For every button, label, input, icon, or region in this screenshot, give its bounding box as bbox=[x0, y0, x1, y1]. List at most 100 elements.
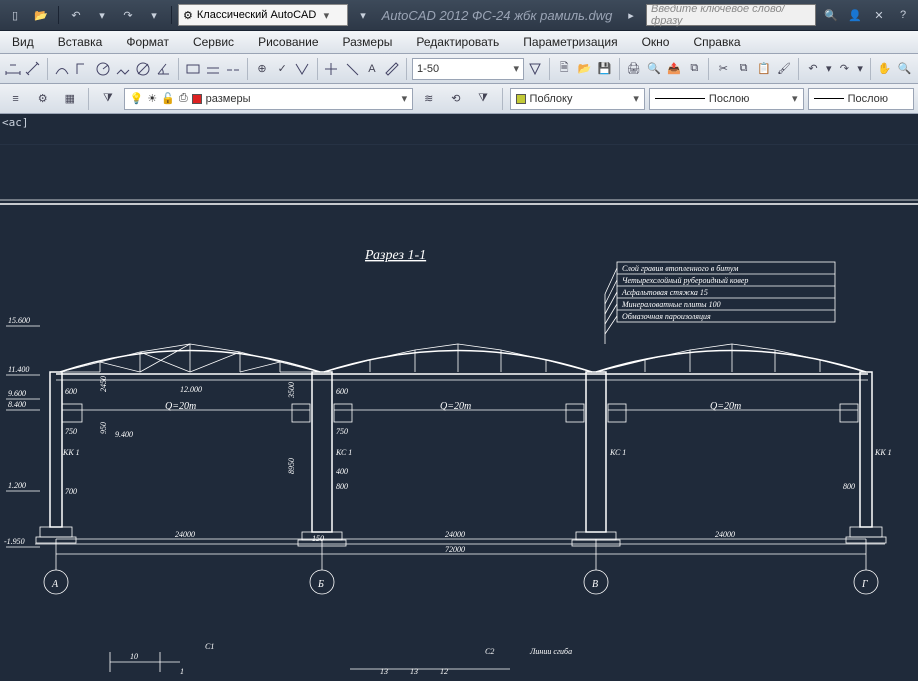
truss-1 bbox=[60, 344, 320, 372]
color-swatch bbox=[516, 94, 526, 104]
preview-icon[interactable]: 🔍 bbox=[645, 57, 663, 81]
svg-text:11.400: 11.400 bbox=[8, 365, 29, 374]
dim-inspect-icon[interactable] bbox=[343, 57, 361, 81]
layer-match-icon[interactable]: ⧩ bbox=[471, 87, 494, 111]
dim-jogged-icon[interactable] bbox=[114, 57, 132, 81]
svg-text:2450: 2450 bbox=[99, 376, 108, 392]
layer-manage-icon[interactable]: ⚙ bbox=[31, 87, 54, 111]
dim-diameter-icon[interactable] bbox=[134, 57, 152, 81]
svg-text:Б: Б bbox=[317, 579, 324, 590]
chevron-down-icon: ▾ bbox=[320, 9, 332, 22]
toolbar-properties: ≡ ⚙ ▦ ⧩ 💡 ☀ 🔓 ⎙ размеры ▾ ≋ ⟲ ⧩ Поблоку … bbox=[0, 84, 918, 114]
svg-text:600: 600 bbox=[336, 387, 348, 396]
dim-radius-icon[interactable] bbox=[94, 57, 112, 81]
btn-redo[interactable]: ↷ bbox=[117, 4, 139, 26]
svg-text:В: В bbox=[592, 579, 598, 590]
svg-text:13: 13 bbox=[380, 667, 388, 676]
dim-break-icon[interactable]: ✓ bbox=[273, 57, 291, 81]
btn-help-toggle[interactable]: ▸ bbox=[620, 4, 642, 26]
svg-text:9.600: 9.600 bbox=[8, 389, 26, 398]
layer-filter-icon[interactable]: ⧩ bbox=[96, 87, 119, 111]
redo-drop-icon[interactable]: ▾ bbox=[856, 57, 865, 81]
color-combo[interactable]: Поблоку ▾ bbox=[510, 88, 645, 110]
menu-view[interactable]: Вид bbox=[0, 31, 46, 53]
layer-state-icon[interactable]: ≡ bbox=[4, 87, 27, 111]
menu-dimension[interactable]: Размеры bbox=[331, 31, 405, 53]
menu-help[interactable]: Справка bbox=[681, 31, 752, 53]
dim-edit-icon[interactable] bbox=[383, 57, 401, 81]
undo-icon[interactable]: ↶ bbox=[804, 57, 822, 81]
redo-icon[interactable]: ↷ bbox=[835, 57, 853, 81]
elevations: 15.600 11.400 9.600 8.400 1.200 -1.950 bbox=[4, 316, 40, 547]
model-viewport[interactable]: Разрез 1-1 Слой гравия втопленного в бит… bbox=[0, 144, 918, 681]
svg-text:9.400: 9.400 bbox=[115, 430, 133, 439]
btn-new[interactable]: ▯ bbox=[4, 4, 26, 26]
publish-icon[interactable]: 📤 bbox=[665, 57, 683, 81]
layer-value: размеры bbox=[206, 93, 251, 105]
dim-quick-icon[interactable] bbox=[183, 57, 201, 81]
dimstyle-manage-icon[interactable] bbox=[526, 57, 544, 81]
3ddwf-icon[interactable]: ⧉ bbox=[685, 57, 703, 81]
dimstyle-combo[interactable]: 1-50 ▾ bbox=[412, 58, 524, 80]
search-input[interactable]: Введите ключевое слово/фразу bbox=[646, 4, 816, 26]
linetype-value: Послою bbox=[709, 93, 749, 105]
layer-make-icon[interactable]: ≋ bbox=[417, 87, 440, 111]
svg-text:3500: 3500 bbox=[287, 382, 296, 399]
cut-icon[interactable]: ✂ bbox=[714, 57, 732, 81]
menu-draw[interactable]: Рисование bbox=[246, 31, 330, 53]
menu-format[interactable]: Формат bbox=[114, 31, 181, 53]
svg-text:Четырехслойный рубероидный ков: Четырехслойный рубероидный ковер bbox=[622, 276, 748, 285]
btn-help[interactable]: ? bbox=[892, 4, 914, 26]
dim-linear-icon[interactable] bbox=[4, 57, 22, 81]
dim-tolerance-icon[interactable] bbox=[293, 57, 311, 81]
dim-center-icon[interactable] bbox=[322, 57, 340, 81]
titlebar: ▯ 📂 ↶ ▾ ↷ ▾ ⚙ Классический AutoCAD ▾ ▾ A… bbox=[0, 0, 918, 31]
menu-modify[interactable]: Редактировать bbox=[404, 31, 511, 53]
svg-text:-1.950: -1.950 bbox=[4, 537, 25, 546]
dim-angular-icon[interactable] bbox=[154, 57, 172, 81]
open-file-icon[interactable]: 📂 bbox=[575, 57, 593, 81]
dim-arc-icon[interactable] bbox=[53, 57, 71, 81]
dim-baseline-icon[interactable] bbox=[204, 57, 222, 81]
dim-ordinate-icon[interactable] bbox=[73, 57, 91, 81]
layer-props-icon[interactable]: ▦ bbox=[58, 87, 81, 111]
dim-space-icon[interactable]: ⊕ bbox=[253, 57, 271, 81]
print-icon[interactable]: 🖨 bbox=[625, 57, 643, 81]
lineweight-combo[interactable]: Послою bbox=[808, 88, 914, 110]
layer-prev-icon[interactable]: ⟲ bbox=[444, 87, 467, 111]
menu-insert[interactable]: Вставка bbox=[46, 31, 115, 53]
workspace-label: Классический AutoCAD bbox=[197, 9, 316, 21]
svg-text:1: 1 bbox=[180, 667, 184, 676]
undo-drop-icon[interactable]: ▾ bbox=[824, 57, 833, 81]
workspace-combo[interactable]: ⚙ Классический AutoCAD ▾ bbox=[178, 4, 348, 26]
lineweight-value: Послою bbox=[848, 93, 888, 105]
plot-icon: ⎙ bbox=[179, 92, 188, 105]
new-file-icon[interactable]: 🗎 bbox=[555, 57, 573, 81]
dim-aligned-icon[interactable] bbox=[24, 57, 42, 81]
menu-window[interactable]: Окно bbox=[630, 31, 682, 53]
menu-tools[interactable]: Сервис bbox=[181, 31, 246, 53]
drawing-area[interactable]: <ас] Разрез 1-1 Слой гравия втопленного … bbox=[0, 114, 918, 681]
layer-combo[interactable]: 💡 ☀ 🔓 ⎙ размеры ▾ bbox=[124, 88, 414, 110]
btn-undo-drop[interactable]: ▾ bbox=[91, 4, 113, 26]
svg-text:1.200: 1.200 bbox=[8, 481, 26, 490]
paste-icon[interactable]: 📋 bbox=[755, 57, 773, 81]
btn-exchange[interactable]: ✕ bbox=[868, 4, 890, 26]
dim-jogline-icon[interactable]: A bbox=[363, 57, 381, 81]
btn-search[interactable]: 🔍 bbox=[820, 4, 842, 26]
menu-parametric[interactable]: Параметризация bbox=[511, 31, 629, 53]
svg-text:600: 600 bbox=[65, 387, 77, 396]
copy-icon[interactable]: ⧉ bbox=[734, 57, 752, 81]
pan-icon[interactable]: ✋ bbox=[875, 57, 893, 81]
zoom-icon[interactable]: 🔍 bbox=[896, 57, 914, 81]
save-file-icon[interactable]: 💾 bbox=[596, 57, 614, 81]
matchprop-icon[interactable]: 🖌 bbox=[775, 57, 793, 81]
btn-qat-more[interactable]: ▾ bbox=[352, 4, 374, 26]
btn-undo[interactable]: ↶ bbox=[65, 4, 87, 26]
btn-redo-drop[interactable]: ▾ bbox=[143, 4, 165, 26]
dim-continue-icon[interactable] bbox=[224, 57, 242, 81]
gear-icon: ⚙ bbox=[183, 9, 193, 22]
btn-signin[interactable]: 👤 bbox=[844, 4, 866, 26]
btn-open[interactable]: 📂 bbox=[30, 4, 52, 26]
linetype-combo[interactable]: Послою ▾ bbox=[649, 88, 804, 110]
